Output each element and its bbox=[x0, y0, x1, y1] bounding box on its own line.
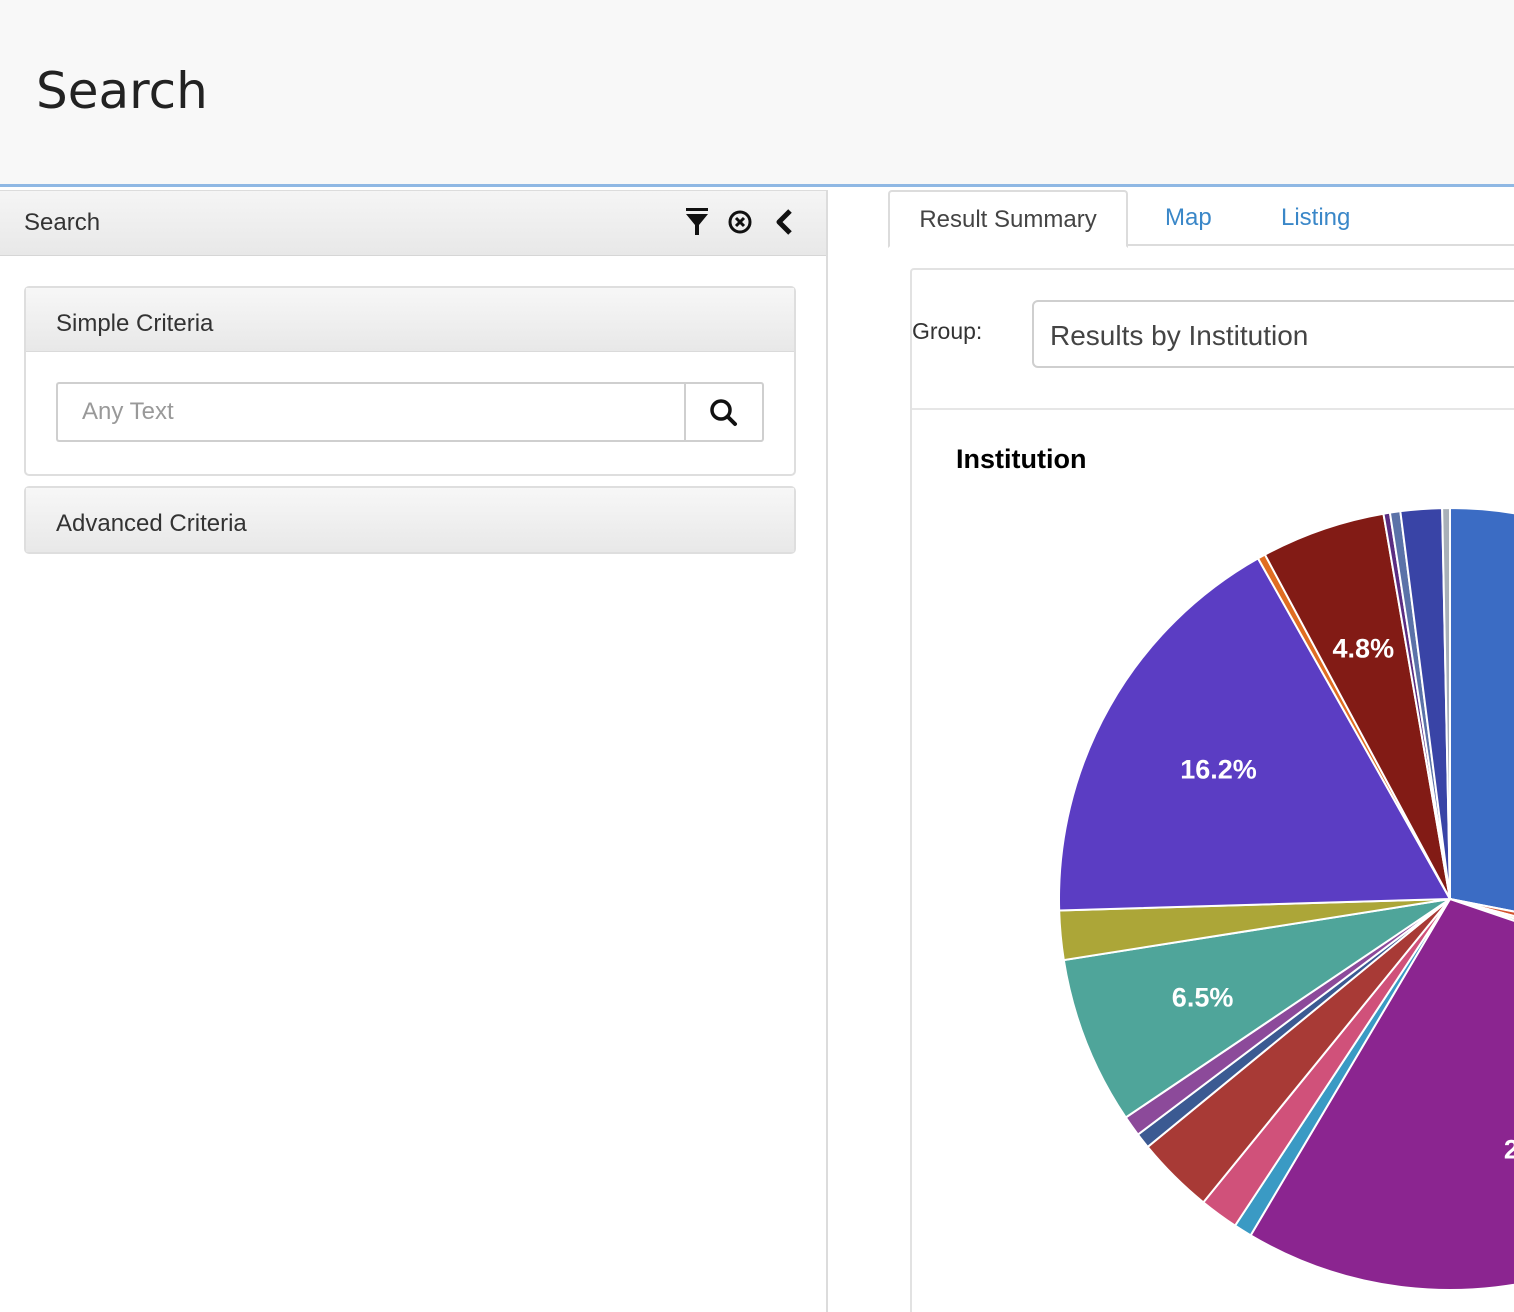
chart-title: Institution bbox=[956, 444, 1087, 474]
simple-criteria-header[interactable]: Simple Criteria bbox=[26, 288, 794, 352]
result-summary-panel bbox=[910, 268, 1514, 1312]
filter-icon[interactable] bbox=[682, 205, 712, 239]
simple-criteria-section: Simple Criteria bbox=[24, 286, 796, 476]
search-panel: Search Simple Criteria Any Text Advanced… bbox=[0, 190, 828, 1312]
search-icon bbox=[686, 399, 762, 444]
chart-divider bbox=[912, 408, 1514, 410]
advanced-criteria-header[interactable]: Advanced Criteria bbox=[26, 488, 794, 552]
search-button[interactable] bbox=[684, 382, 764, 442]
any-text-input[interactable] bbox=[56, 382, 686, 442]
clear-circle-icon[interactable] bbox=[726, 205, 756, 239]
page-title: Search bbox=[36, 62, 208, 120]
advanced-criteria-section: Advanced Criteria bbox=[24, 486, 796, 554]
group-label: Group: bbox=[912, 318, 983, 344]
result-tabs: Result Summary Map Listing bbox=[888, 190, 1514, 248]
page-header: Search bbox=[0, 0, 1514, 184]
search-panel-heading: Search bbox=[0, 190, 826, 256]
collapse-chevron-icon[interactable] bbox=[770, 205, 800, 239]
any-text-search-row bbox=[26, 352, 794, 470]
search-panel-title: Search bbox=[24, 209, 101, 236]
group-select[interactable]: Results by Institution bbox=[1032, 300, 1514, 368]
tab-map[interactable]: Map bbox=[1165, 190, 1212, 246]
header-divider bbox=[0, 184, 1514, 187]
tab-listing[interactable]: Listing bbox=[1281, 190, 1350, 246]
tab-result-summary[interactable]: Result Summary bbox=[888, 190, 1128, 248]
